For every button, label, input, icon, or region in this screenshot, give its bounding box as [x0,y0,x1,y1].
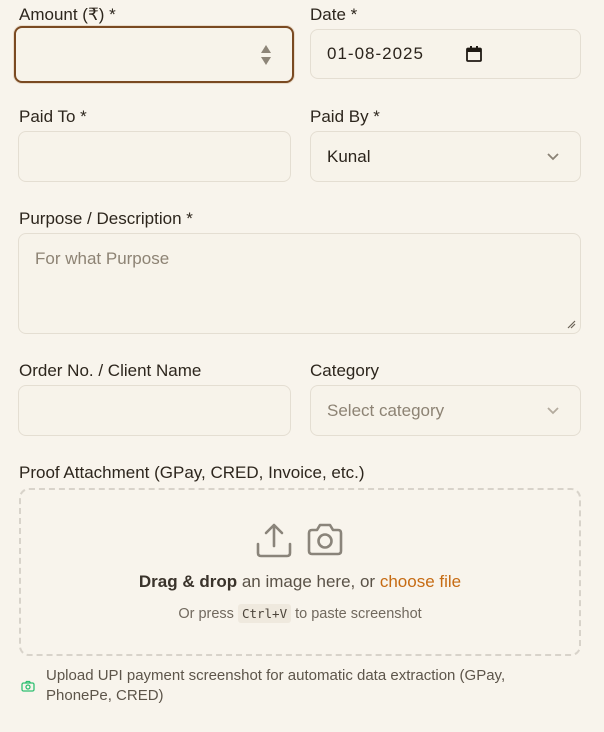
paste-instructions: Or press Ctrl+V to paste screenshot [21,604,579,623]
amount-label: Amount (₹) * [19,5,116,24]
date-value: 01-08-2025 [327,44,424,63]
paid-to-input[interactable] [18,131,291,182]
choose-file-link[interactable]: choose file [380,572,461,591]
chevron-down-icon [547,406,559,414]
camera-icon [307,523,343,556]
order-label: Order No. / Client Name [19,361,202,380]
upload-icon [256,523,292,558]
date-input[interactable]: 01-08-2025 [310,29,581,79]
camera-icon [21,680,35,692]
purpose-placeholder: For what Purpose [35,249,170,268]
chevron-down-icon [547,152,559,160]
upload-hint: Upload UPI payment screenshot for automa… [46,667,506,704]
purpose-label: Purpose / Description * [19,209,193,228]
paid-by-value: Kunal [327,146,371,166]
number-spinner-icon[interactable] [260,44,272,66]
amount-input[interactable] [14,26,294,83]
calendar-icon[interactable] [465,45,483,63]
paste-shortcut: Ctrl+V [237,604,292,623]
category-label: Category [310,361,379,380]
paste-suffix: to paste screenshot [291,606,422,622]
drag-text: an image here, or [237,572,380,591]
date-label: Date * [310,5,358,24]
paste-prefix: Or press [178,606,238,622]
paid-by-label: Paid By * [310,107,380,126]
resize-handle-icon[interactable] [566,319,576,329]
category-select[interactable]: Select category [310,385,581,436]
dropzone-instructions: Drag & drop an image here, or choose fil… [21,572,579,592]
file-dropzone[interactable]: Drag & drop an image here, or choose fil… [19,488,581,656]
paid-by-select[interactable]: Kunal [310,131,581,182]
order-input[interactable] [18,385,291,436]
proof-label: Proof Attachment (GPay, CRED, Invoice, e… [19,463,365,482]
paid-to-label: Paid To * [19,107,87,126]
purpose-textarea[interactable]: For what Purpose [18,233,581,334]
drag-drop-text: Drag & drop [138,572,238,591]
category-placeholder: Select category [327,400,445,420]
